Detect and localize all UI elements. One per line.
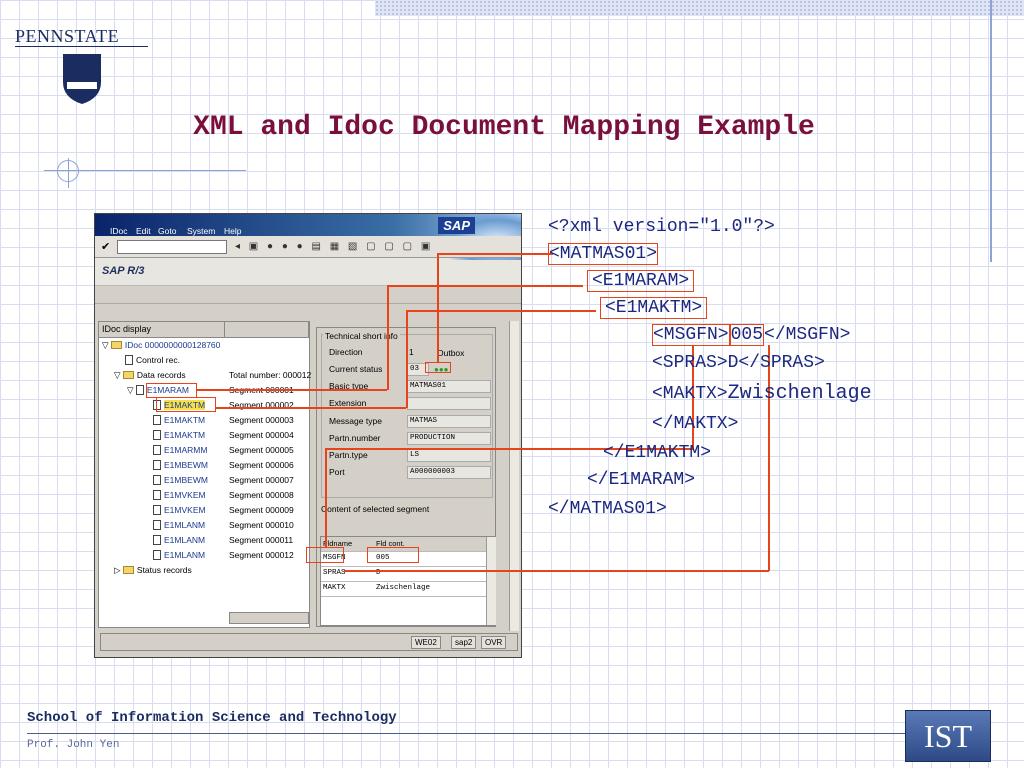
tree-node[interactable]: E1MLANM [153, 535, 205, 550]
menu-edit[interactable]: Edit [136, 226, 151, 236]
tech-label: Direction [329, 347, 363, 357]
highlight-005 [367, 547, 419, 563]
tree-node[interactable]: E1MLANM [153, 550, 205, 565]
tree-seg: Segment 000011 [229, 535, 294, 545]
tech-label: Port [329, 467, 345, 477]
tree-node-control[interactable]: Control rec. [125, 355, 180, 370]
tech-value: A000000003 [407, 466, 491, 479]
tree-seg: Segment 000003 [229, 415, 294, 425]
tree-node[interactable]: E1MARMM [153, 445, 207, 460]
sap-toolbar: ✔ ◂ ▣ ● ● ● ▤ ▦ ▧ ▢ ▢ ▢ ▣ [95, 236, 521, 258]
tech-value [407, 397, 491, 410]
tech-value: PRODUCTION [407, 432, 491, 445]
tree-seg: Segment 000009 [229, 505, 294, 515]
application-toolbar [95, 286, 521, 304]
tech-value: MATMAS [407, 415, 491, 428]
ist-logo: IST [905, 710, 991, 762]
footer-author: Prof. John Yen [27, 739, 120, 751]
tech-label: Partn.number [329, 433, 381, 443]
table-row[interactable]: MAKTX Zwischenlage [321, 582, 487, 597]
sap-logo: SAP [438, 217, 475, 234]
logo-text: PENNSTATE [15, 26, 120, 46]
tree-node-status[interactable]: ▷ Status records [114, 565, 192, 580]
main-scrollbar[interactable] [509, 321, 519, 631]
highlight-status [425, 362, 451, 373]
tree-seg: Segment 000004 [229, 430, 294, 440]
tree-node[interactable]: E1MLANM [153, 520, 205, 535]
tree-node-idoc[interactable]: ▽ IDoc 0000000000128760 [102, 340, 220, 355]
tree-seg: Segment 000008 [229, 490, 294, 500]
screen-title: SAP R/3 [95, 258, 521, 286]
menu-idoc[interactable]: IDoc [110, 226, 127, 236]
tree-seg: Segment 000007 [229, 475, 294, 485]
tech-value: LS [407, 449, 491, 462]
xml-e1maktm-close: </E1MAKTM> [603, 443, 712, 463]
table-scrollbar[interactable] [486, 537, 496, 625]
tree-header: IDoc display [99, 322, 225, 337]
tree-node[interactable]: E1MAKTM [153, 415, 205, 430]
menu-goto[interactable]: Goto [158, 226, 176, 236]
tree-seg: Segment 000006 [229, 460, 294, 470]
sap-window-screenshot: IDoc Edit Goto System Help SAP ✔ ◂ ▣ ● ●… [94, 213, 522, 658]
xml-maktx-line: <MAKTX>Zwischenlage [652, 382, 872, 405]
xml-matmas01-open: <MATMAS01> [548, 243, 659, 265]
pennstate-logo: PENNSTATE [15, 26, 148, 104]
pennstate-shield-icon [63, 54, 101, 104]
tech-value: 1 [409, 347, 414, 357]
tree-seg: Segment 000005 [229, 445, 294, 455]
tree-seg: Segment 000010 [229, 520, 294, 530]
xml-declaration: <?xml version="1.0"?> [548, 217, 775, 237]
highlight-e1maktm [156, 397, 216, 412]
footer-school: School of Information Science and Techno… [27, 710, 397, 726]
command-field[interactable] [117, 240, 227, 254]
status-system: sap2 [451, 636, 477, 649]
tech-label: Partn.type [329, 450, 368, 460]
content-title: Content of selected segment [321, 504, 430, 514]
status-transaction: WE02 [411, 636, 441, 649]
highlight-msgfn [306, 547, 344, 563]
idoc-tree-panel: IDoc display ▽ IDoc 0000000000128760 Con… [98, 321, 312, 628]
xml-e1maktm-open: <E1MAKTM> [600, 297, 708, 319]
menu-help[interactable]: Help [224, 226, 241, 236]
xml-spras-line: <SPRAS>D</SPRAS> [652, 353, 825, 373]
tech-value: Outbox [437, 348, 465, 358]
tree-node[interactable]: E1MAKTM [153, 430, 205, 445]
tree-node[interactable]: E1MVKEM [153, 490, 206, 505]
sap-statusbar: WE02 sap2 OVR [100, 633, 518, 651]
xml-e1maram-close: </E1MARAM> [587, 470, 696, 490]
menu-system[interactable]: System [187, 226, 215, 236]
sap-menubar: IDoc Edit Goto System Help SAP [95, 214, 521, 260]
check-icon[interactable]: ✔ [101, 240, 110, 253]
tech-label: Message type [329, 416, 382, 426]
highlight-e1maram [146, 383, 197, 398]
tree-seg: Segment 000001 [229, 385, 294, 400]
tree-node[interactable]: E1MBEWM [153, 460, 208, 475]
top-pattern-band [375, 0, 1024, 16]
horizontal-scrollbar[interactable] [229, 612, 309, 624]
xml-maktx-close: </MAKTX> [652, 414, 739, 434]
toolbar-icons[interactable]: ◂ ▣ ● ● ● ▤ ▦ ▧ ▢ ▢ ▢ ▣ [235, 241, 433, 252]
xml-e1maram-open: <E1MARAM> [587, 270, 695, 292]
tree-seg: Segment 000012 [229, 550, 294, 560]
tree-seg-total: Total number: 000012 [229, 370, 312, 380]
tech-value: MATMAS01 [407, 380, 491, 393]
status-mode: OVR [481, 636, 507, 649]
tree-node[interactable]: E1MBEWM [153, 475, 208, 490]
tech-label: Current status [329, 364, 383, 374]
tree-node[interactable]: E1MVKEM [153, 505, 206, 520]
xml-msgfn-line: <MSGFN> 005</MSGFN> [652, 324, 851, 346]
xml-matmas01-close: </MATMAS01> [548, 499, 667, 519]
slide-title: XML and Idoc Document Mapping Example [193, 112, 815, 143]
